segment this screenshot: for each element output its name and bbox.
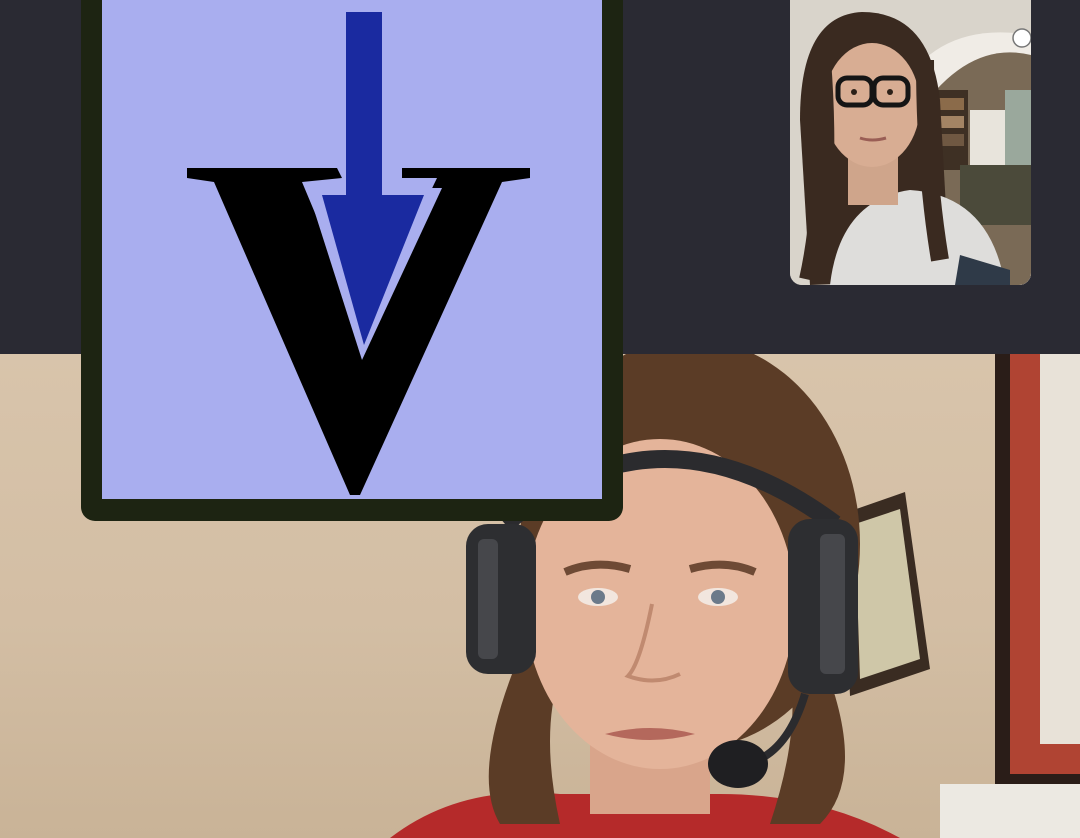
logo-background <box>102 0 602 499</box>
desk-paper <box>940 784 1080 838</box>
headset-mic <box>708 740 768 788</box>
headset-left-cup <box>466 524 536 674</box>
video-call-stage <box>0 0 1080 838</box>
down-arrow-icon <box>346 12 382 212</box>
wall-clock-icon <box>1012 28 1031 48</box>
shared-logo-tile[interactable] <box>81 0 623 521</box>
v-down-arrow-logo-icon <box>187 12 530 495</box>
self-view-video[interactable] <box>790 0 1031 285</box>
self-view-frame <box>790 0 1031 285</box>
